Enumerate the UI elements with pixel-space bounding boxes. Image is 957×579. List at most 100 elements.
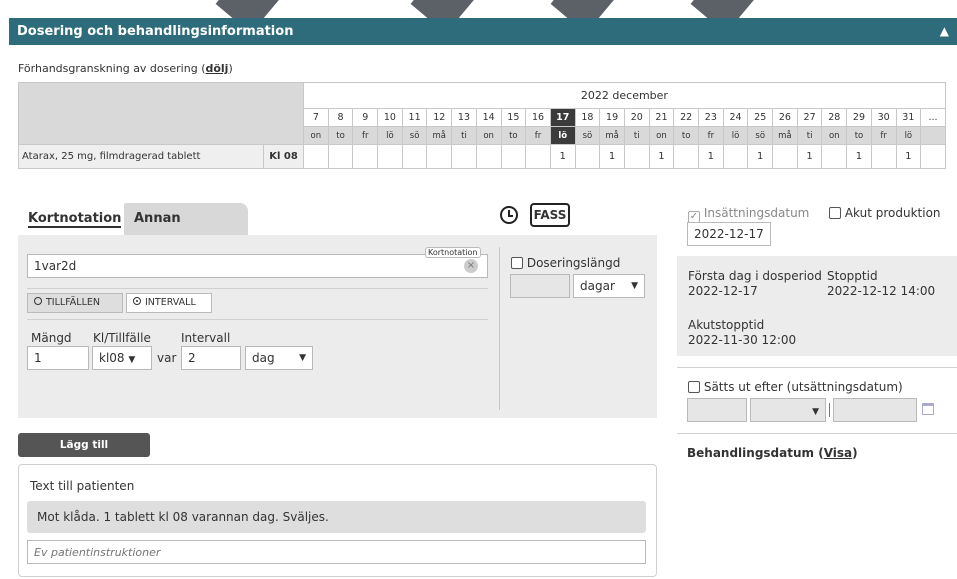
start-date-input[interactable]: 2022-12-17 <box>687 222 771 246</box>
calendar-day: 11 <box>401 108 428 127</box>
arrow-up-icon[interactable]: ▲ <box>940 18 949 45</box>
dose-cell <box>623 144 650 169</box>
calendar-day: 24 <box>722 108 749 127</box>
calendar-weekday: sö <box>574 126 601 145</box>
calendar-day: 20 <box>623 108 650 127</box>
medication-name: Atarax, 25 mg, filmdragerad tablett <box>18 144 264 169</box>
discontinue-date-input[interactable] <box>687 398 747 422</box>
calendar-day: 23 <box>698 108 724 127</box>
calendar-day: 22 <box>673 108 699 127</box>
stop-time-value: 2022-12-12 14:00 <box>827 284 936 298</box>
chevron-down-icon: ▼ <box>631 281 638 291</box>
dose-cell <box>821 144 848 169</box>
month-label: 2022 december <box>303 82 946 109</box>
dose-cell <box>870 144 897 169</box>
dose-cell: 1 <box>747 144 774 169</box>
discontinue-checkbox[interactable]: Sätts ut efter (utsättningsdatum) <box>688 380 903 394</box>
dose-cell <box>920 144 946 169</box>
hide-preview-link[interactable]: dölj <box>205 62 228 75</box>
calendar-weekday: to <box>846 126 872 145</box>
calendar-weekday: må <box>426 126 453 145</box>
section-title: Dosering och behandlingsinformation <box>17 24 294 39</box>
discontinue-select[interactable]: ▼ <box>750 398 826 422</box>
calendar-day: 16 <box>525 108 551 127</box>
dose-cell <box>525 144 551 169</box>
start-date-checkbox[interactable]: ✓ Insättningsdatum <box>688 206 809 223</box>
calendar-day: 26 <box>772 108 798 127</box>
dose-cell <box>574 144 601 169</box>
clock-icon[interactable] <box>500 206 518 224</box>
calendar-weekday: fr <box>870 126 897 145</box>
calendar-weekday: on <box>475 126 502 145</box>
interval-input[interactable]: 2 <box>181 346 241 370</box>
amount-label: Mängd <box>31 331 72 345</box>
checkbox-icon <box>829 207 841 219</box>
calendar-weekday: fr <box>698 126 724 145</box>
separator <box>829 403 830 417</box>
patient-instructions-input[interactable] <box>27 540 646 564</box>
panel-divider <box>499 247 500 410</box>
tab-kortnotation[interactable]: Kortnotation <box>18 203 122 235</box>
dose-cell: 1 <box>796 144 823 169</box>
clear-icon[interactable]: × <box>464 259 478 273</box>
preview-title: Förhandsgranskning av dosering (dölj) <box>18 62 233 75</box>
calendar-weekday: lö <box>722 126 749 145</box>
mode-intervall-button[interactable]: INTERVALL <box>126 293 212 313</box>
first-day-label: Första dag i dosperiod <box>688 269 822 283</box>
dose-cell <box>451 144 477 169</box>
calendar-weekday: lö <box>377 126 403 145</box>
calendar-weekday: to <box>327 126 354 145</box>
kortnotation-input[interactable]: 1var2d <box>27 254 488 278</box>
tab-annan-dosering[interactable]: Annan dosering <box>124 203 248 258</box>
duration-input[interactable] <box>510 274 570 298</box>
duration-unit-select[interactable]: dagar ▼ <box>573 274 645 298</box>
mode-tillfallen-button[interactable]: TILLFÄLLEN <box>27 293 123 313</box>
calendar-weekday: on <box>821 126 848 145</box>
dose-cell <box>673 144 699 169</box>
calendar-weekday: lö <box>895 126 922 145</box>
calendar-day: 19 <box>599 108 625 127</box>
calendar-day: 30 <box>870 108 897 127</box>
calendar-day: 29 <box>846 108 872 127</box>
calendar-weekday: ti <box>796 126 823 145</box>
calendar-day: 21 <box>648 108 675 127</box>
calendar-day: 18 <box>574 108 601 127</box>
calendar-day: 14 <box>475 108 502 127</box>
show-treatment-link[interactable]: Visa <box>824 446 852 460</box>
dose-time: Kl 08 <box>263 144 304 169</box>
treatment-dates: Behandlingsdatum (Visa) <box>687 446 858 460</box>
dosing-length[interactable]: Doseringslängd <box>511 256 620 270</box>
discontinue-time-input[interactable] <box>833 398 917 422</box>
unit-select[interactable]: dag ▼ <box>245 346 313 370</box>
chevron-down-icon: ▼ <box>299 353 306 363</box>
dose-cell: 1 <box>895 144 922 169</box>
calendar-day: 25 <box>747 108 774 127</box>
fass-button[interactable]: FASS <box>530 203 570 227</box>
calendar-day: 9 <box>352 108 379 127</box>
calendar-day: ... <box>920 108 946 127</box>
calendar-day: 27 <box>796 108 823 127</box>
section-header[interactable]: Dosering och behandlingsinformation ▲ <box>9 18 957 45</box>
dose-cell <box>500 144 527 169</box>
acute-production-checkbox[interactable]: Akut produktion <box>829 206 941 220</box>
dosing-calendar: 2022 december 7 8 9 10 11 12 13 14 15 16 17 18 19 20 2… <box>18 82 946 169</box>
interval-label: Intervall <box>181 331 231 345</box>
dose-cell <box>426 144 453 169</box>
add-dosing-step-button[interactable]: Lägg till doseringssteg <box>18 433 150 475</box>
calendar-weekday: sö <box>401 126 428 145</box>
dose-cell <box>722 144 749 169</box>
acute-stop-label: Akutstopptid <box>688 318 765 332</box>
dose-cell <box>377 144 403 169</box>
dose-cell <box>772 144 798 169</box>
kortnotation-floating-label: Kortnotation <box>425 247 481 258</box>
checkbox-icon[interactable] <box>511 257 523 269</box>
acute-stop-value: 2022-11-30 12:00 <box>688 333 797 347</box>
calendar-icon[interactable] <box>922 403 934 415</box>
calendar-corner <box>18 82 304 145</box>
amount-input[interactable]: 1 <box>27 346 89 370</box>
radio-icon <box>34 297 42 305</box>
time-select[interactable]: kl08 ▼ <box>92 346 152 370</box>
calendar-weekday: on <box>648 126 675 145</box>
calendar-weekday: må <box>599 126 625 145</box>
calendar-day: 12 <box>426 108 453 127</box>
